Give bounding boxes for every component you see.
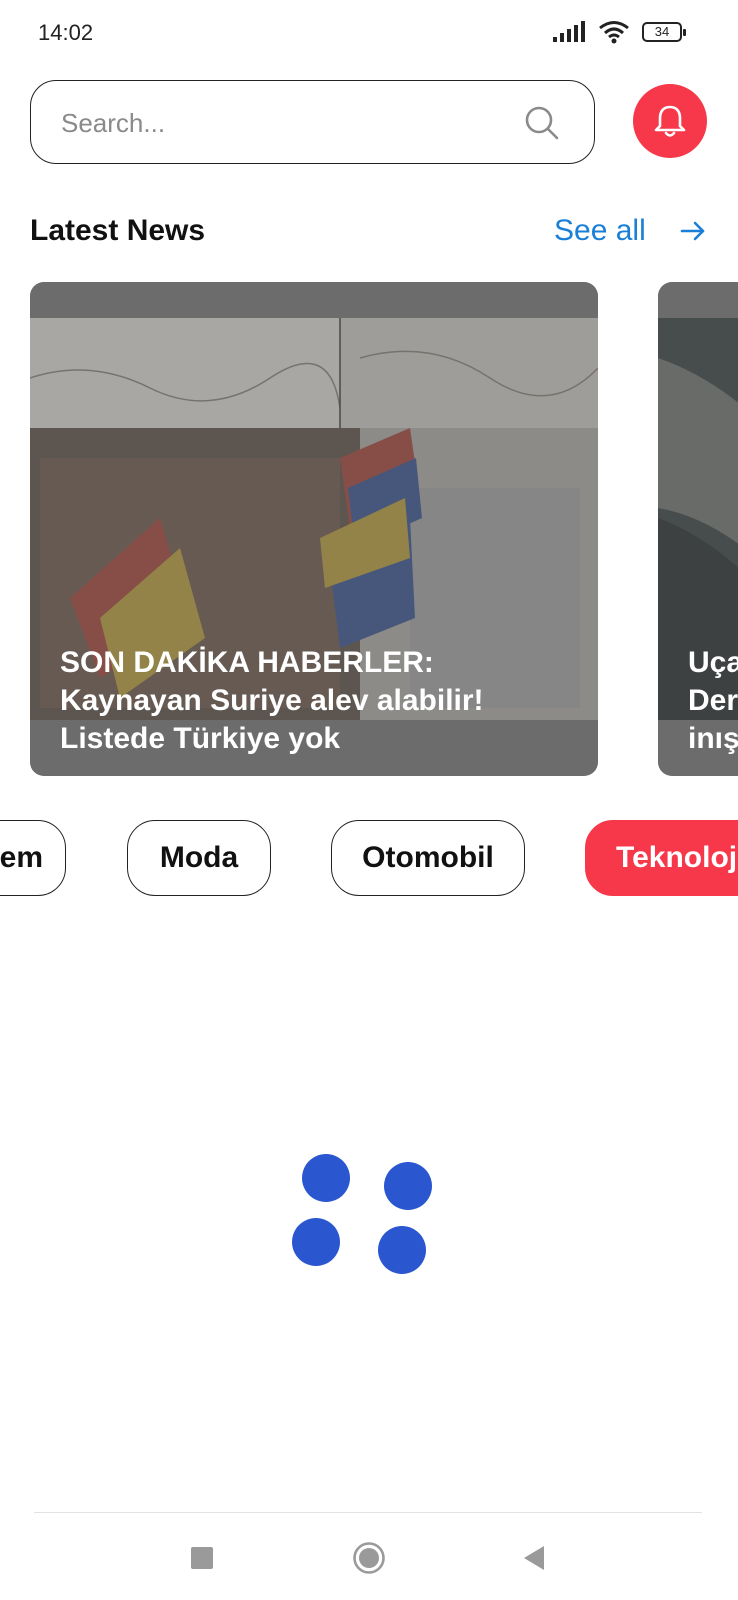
news-card[interactable]: Uça Der inış — [658, 282, 738, 776]
loading-dot — [384, 1162, 432, 1210]
loading-dot — [302, 1154, 350, 1202]
bell-icon — [654, 105, 686, 137]
category-chip[interactable]: Otomobil — [331, 820, 525, 896]
category-chip[interactable]: Moda — [127, 820, 271, 896]
category-chip[interactable]: em — [0, 820, 66, 896]
category-chip-active[interactable]: Teknoloj — [585, 820, 738, 896]
news-carousel[interactable]: SON DAKİKA HABERLER: Kaynayan Suriye ale… — [30, 282, 738, 776]
notifications-button[interactable] — [633, 84, 707, 158]
battery-icon: 34 — [642, 22, 686, 42]
status-icons: 34 — [552, 20, 686, 44]
arrow-right-icon[interactable] — [678, 216, 708, 246]
app-screen: 14:02 34 Search... Latest News See all S… — [0, 0, 738, 1600]
signal-icon — [553, 21, 585, 42]
latest-news-title: Latest News — [30, 214, 206, 247]
category-chips: em Moda Otomobil Teknoloj — [0, 820, 738, 896]
square-icon[interactable] — [191, 1547, 213, 1569]
search-input[interactable] — [59, 99, 503, 147]
news-card-title: SON DAKİKA HABERLER: Kaynayan Suriye ale… — [60, 646, 484, 755]
wifi-icon — [599, 21, 629, 44]
search-box[interactable] — [30, 80, 595, 164]
loading-dot — [292, 1218, 340, 1266]
search-icon[interactable] — [524, 105, 560, 141]
loading-dot — [378, 1226, 426, 1274]
news-card-title: Uça Der inış — [688, 646, 738, 755]
triangle-back-icon[interactable] — [522, 1545, 546, 1571]
system-nav-bar — [0, 1513, 738, 1600]
status-bar: 14:02 34 — [0, 0, 738, 64]
loading-spinner — [288, 1154, 438, 1278]
news-card[interactable]: SON DAKİKA HABERLER: Kaynayan Suriye ale… — [30, 282, 598, 776]
status-time: 14:02 — [38, 20, 94, 45]
see-all-link[interactable]: See all — [554, 214, 646, 248]
circle-icon[interactable] — [352, 1541, 386, 1575]
